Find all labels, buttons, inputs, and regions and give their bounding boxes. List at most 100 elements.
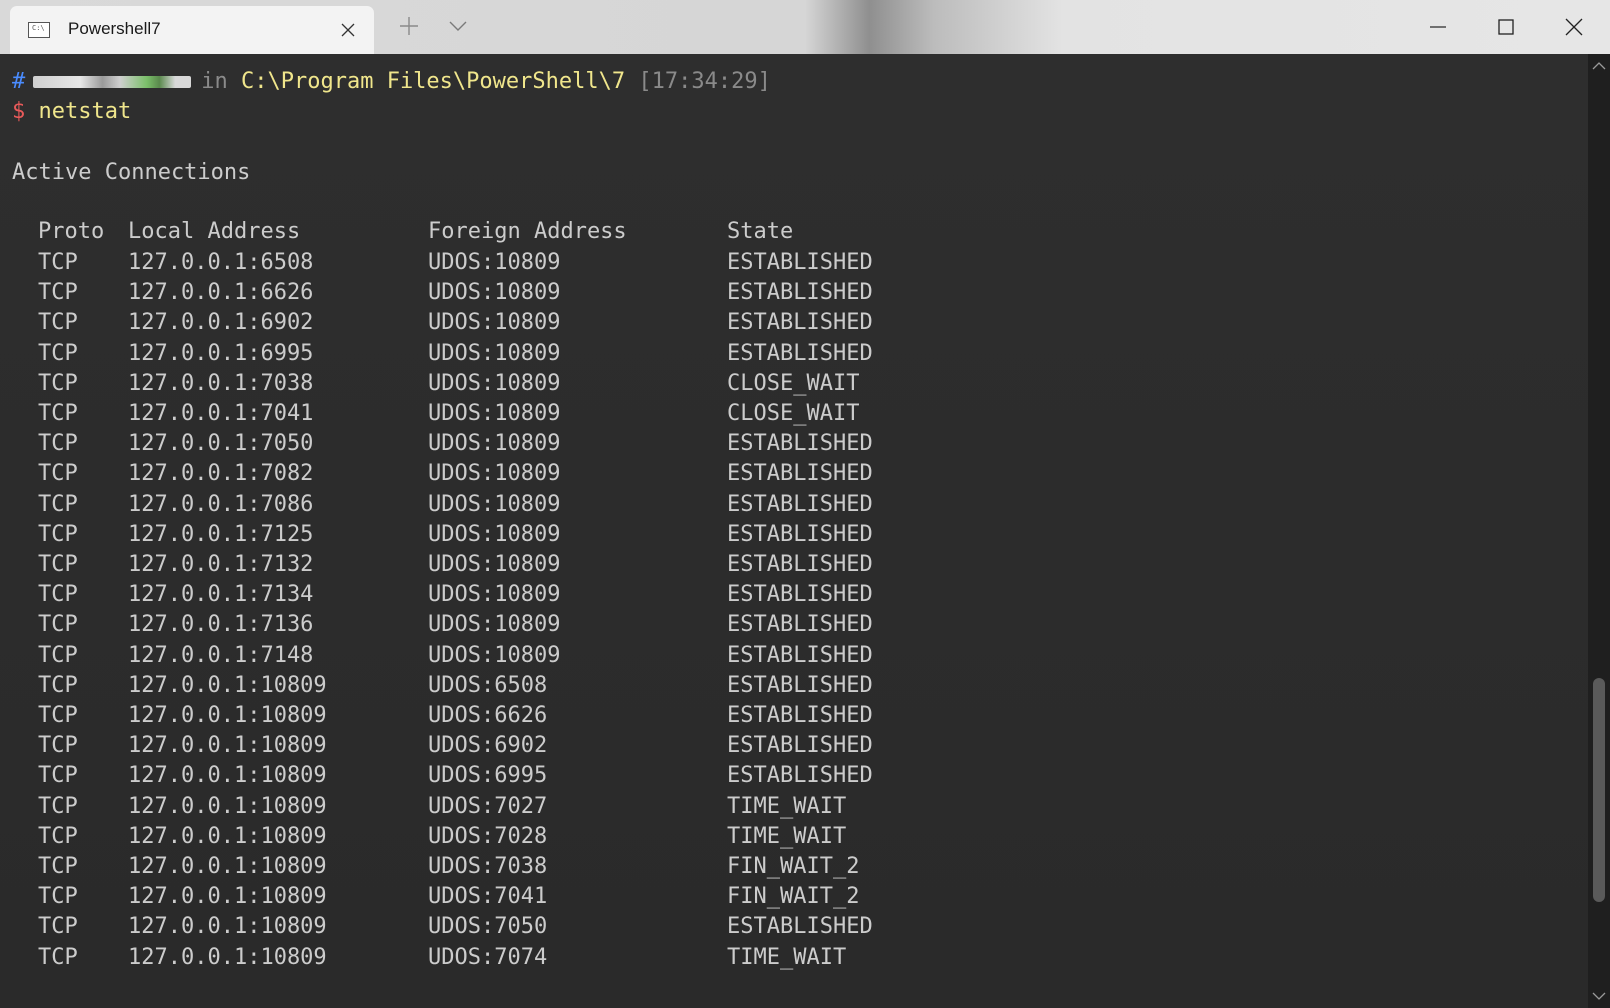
cell-local-address: 127.0.0.1:10809 [128,703,327,728]
minimize-button[interactable] [1404,0,1472,54]
cell-local-address: 127.0.0.1:10809 [128,672,327,698]
maximize-button[interactable] [1472,0,1540,54]
cell-state: ESTABLISHED [727,552,873,577]
cell-local-address: 127.0.0.1:7132 [128,552,314,577]
cell-foreign-address: UDOS:10809 [428,250,561,275]
cell-proto: TCP [38,854,78,879]
column-header-local: Local Address [128,219,301,244]
connection-row: TCP 127.0.0.1:10809 UDOS:6902 ESTABLISHED [0,731,900,761]
scroll-down-button[interactable] [1588,986,1610,1006]
cell-local-address: 127.0.0.1:10809 [128,733,327,759]
cell-local-address: 127.0.0.1:10809 [128,944,327,970]
cell-proto: TCP [38,491,78,517]
cell-foreign-address: UDOS:7050 [428,914,548,940]
cell-state: ESTABLISHED [727,340,873,366]
connection-row: TCP 127.0.0.1:7041 UDOS:10809 CLOSE_WAIT [0,399,900,429]
cell-local-address: 127.0.0.1:7050 [128,431,314,457]
cell-foreign-address: UDOS:10809 [428,552,561,577]
prompt-time: [17:34:29] [638,69,771,94]
connection-row: TCP 127.0.0.1:7148 UDOS:10809 ESTABLISHED [0,641,900,671]
cell-local-address: 127.0.0.1:6902 [128,310,314,336]
redacted-username [33,76,192,88]
cell-foreign-address: UDOS:7041 [428,884,548,910]
cell-proto: TCP [38,703,78,728]
cell-foreign-address: UDOS:7038 [428,854,548,879]
cell-proto: TCP [38,612,78,638]
cell-local-address: 127.0.0.1:10809 [128,793,327,819]
cell-proto: TCP [38,310,78,336]
connection-row: TCP 127.0.0.1:6995 UDOS:10809 ESTABLISHED [0,339,900,369]
column-header-state: State [727,219,794,244]
new-tab-button[interactable] [396,15,422,41]
tab-dropdown-button[interactable] [448,16,472,40]
connection-row: TCP 127.0.0.1:7136 UDOS:10809 ESTABLISHED [0,610,900,640]
title-bar[interactable]: Powershell7 [0,0,1610,54]
cell-local-address: 127.0.0.1:7148 [128,642,314,668]
cell-local-address: 127.0.0.1:6508 [128,250,314,275]
cell-proto: TCP [38,914,78,940]
cell-proto: TCP [38,521,78,547]
scroll-up-arrow-icon [1592,62,1606,70]
cell-foreign-address: UDOS:10809 [428,431,561,457]
cell-foreign-address: UDOS:10809 [428,491,561,517]
chevron-down-icon [449,21,467,31]
cell-local-address: 127.0.0.1:10809 [128,914,327,940]
cell-state: ESTABLISHED [727,310,873,336]
cell-foreign-address: UDOS:6508 [428,672,548,698]
cell-state: ESTABLISHED [727,612,873,638]
cell-local-address: 127.0.0.1:7134 [128,582,314,608]
cell-foreign-address: UDOS:6902 [428,733,548,759]
connection-row: TCP 127.0.0.1:7086 UDOS:10809 ESTABLISHED [0,490,900,520]
prompt-in-label: in [201,69,228,94]
cell-proto: TCP [38,280,78,306]
cell-foreign-address: UDOS:10809 [428,340,561,366]
cell-local-address: 127.0.0.1:10809 [128,884,327,910]
cell-proto: TCP [38,672,78,698]
connection-row: TCP 127.0.0.1:10809 UDOS:6626 ESTABLISHED [0,701,900,731]
cell-local-address: 127.0.0.1:10809 [128,854,327,879]
scrollbar-thumb[interactable] [1593,678,1605,902]
close-icon [1565,18,1583,36]
cell-state: TIME_WAIT [727,793,847,819]
cell-state: ESTABLISHED [727,733,873,759]
cell-state: ESTABLISHED [727,642,873,668]
cell-proto: TCP [38,823,78,849]
cell-foreign-address: UDOS:10809 [428,461,561,487]
close-button[interactable] [1540,0,1608,54]
tab-title: Powershell7 [68,19,161,38]
cell-foreign-address: UDOS:10809 [428,310,561,336]
plus-icon [400,17,418,35]
command-line: $ netstat [12,96,131,127]
column-header-foreign: Foreign Address [428,219,627,244]
cell-proto: TCP [38,944,78,970]
cell-foreign-address: UDOS:7074 [428,944,548,970]
maximize-icon [1498,19,1514,35]
connection-row: TCP 127.0.0.1:6902 UDOS:10809 ESTABLISHED [0,308,900,338]
connection-row: TCP 127.0.0.1:10809 UDOS:6508 ESTABLISHED [0,671,900,701]
cell-state: TIME_WAIT [727,823,847,849]
tab-powershell7[interactable]: Powershell7 [10,6,374,54]
connection-row: TCP 127.0.0.1:7050 UDOS:10809 ESTABLISHED [0,429,900,459]
cell-state: ESTABLISHED [727,461,873,487]
connection-row: TCP 127.0.0.1:10809 UDOS:7074 TIME_WAIT [0,943,900,973]
cell-local-address: 127.0.0.1:7125 [128,521,314,547]
terminal-window: Powershell7 [0,0,1610,1008]
cell-proto: TCP [38,250,78,275]
cell-state: ESTABLISHED [727,431,873,457]
cell-local-address: 127.0.0.1:6995 [128,340,314,366]
cell-state: FIN_WAIT_2 [727,854,860,879]
cell-foreign-address: UDOS:10809 [428,612,561,638]
cell-state: ESTABLISHED [727,763,873,789]
scroll-down-arrow-icon [1592,992,1606,1000]
cell-foreign-address: UDOS:10809 [428,401,561,426]
scroll-up-button[interactable] [1588,56,1610,76]
cell-foreign-address: UDOS:10809 [428,642,561,668]
connection-row: TCP 127.0.0.1:10809 UDOS:7050 ESTABLISHED [0,912,900,942]
vertical-scrollbar[interactable] [1588,54,1610,1008]
connection-row: TCP 127.0.0.1:7132 UDOS:10809 ESTABLISHED [0,550,900,580]
cell-state: ESTABLISHED [727,491,873,517]
tab-close-button[interactable] [336,18,360,42]
terminal-output[interactable]: # in C:\Program Files\PowerShell\7 [17:34… [0,54,1588,1008]
cell-local-address: 127.0.0.1:10809 [128,763,327,789]
cell-state: ESTABLISHED [727,672,873,698]
